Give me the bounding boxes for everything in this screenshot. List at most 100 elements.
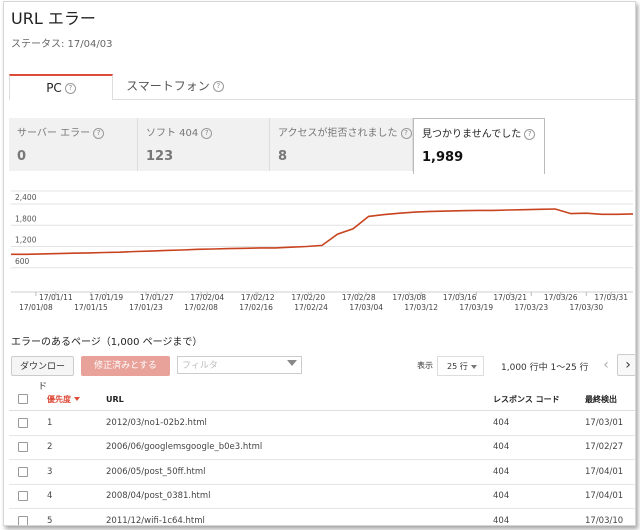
row-checkbox[interactable] (18, 491, 28, 501)
filter-input[interactable]: フィルタ (177, 356, 302, 374)
table-row[interactable]: 5 2011/12/wifi-1c64.html 404 17/03/10 (9, 508, 635, 525)
list-toolbar: ダウンロード 修正済みとする (0) フィルタ 表示 25 行 1,000 行中… (11, 354, 635, 392)
last-detected-cell: 17/04/01 (584, 459, 635, 485)
help-icon[interactable]: ? (524, 128, 536, 140)
card-label: サーバー エラー (17, 128, 91, 139)
x-tick-label-top: 17/02/12 (241, 293, 275, 302)
page-title: URL エラー (11, 9, 96, 28)
help-icon[interactable]: ? (93, 127, 105, 139)
x-tick-label-top: 17/02/04 (190, 293, 224, 302)
error-trend-chart: 2,4001,8001,20060017/01/11 17/01/19 17/01/… (11, 190, 634, 312)
column-priority[interactable]: 優先度 (46, 388, 105, 411)
response-code-cell: 404 (492, 508, 584, 525)
card-label: アクセスが拒否されました (278, 128, 398, 139)
column-response-code[interactable]: レスポンス コード (492, 388, 584, 411)
table-row[interactable]: 4 2008/04/post_0381.html 404 17/04/01 (9, 484, 635, 509)
url-cell[interactable]: 2008/04/post_0381.html (105, 484, 492, 509)
help-icon[interactable]: ? (400, 127, 412, 139)
x-tick-label-top: 17/01/11 (39, 293, 73, 302)
response-code-cell: 404 (492, 459, 584, 485)
url-cell[interactable]: 2006/05/post_50ff.html (105, 459, 492, 485)
display-label: 表示 (417, 361, 433, 370)
column-last-detected[interactable]: 最終検出 (584, 388, 635, 411)
chevron-left-icon[interactable]: ‹ (596, 356, 616, 376)
error-pages-title: エラーのあるページ（1,000 ページまで） (11, 337, 203, 348)
x-tick-label-top: 17/03/21 (493, 293, 527, 302)
sort-down-icon (74, 397, 80, 401)
table-row[interactable]: 1 2012/03/no1-02b2.html 404 17/03/01 (9, 410, 635, 436)
y-tick-label: 1,200 (15, 236, 37, 245)
x-tick-label-bottom: 17/01/08 (19, 303, 53, 312)
last-detected-cell: 17/03/01 (584, 410, 635, 436)
help-icon[interactable]: ? (64, 83, 76, 94)
column-priority-label: 優先度 (47, 394, 71, 404)
priority-cell: 3 (46, 459, 105, 485)
tab-smartphone[interactable]: スマートフォン? (115, 74, 235, 98)
row-checkbox[interactable] (18, 466, 28, 477)
table-row[interactable]: 2 2006/06/googlemsgoogle_b0e3.html 404 1… (9, 435, 635, 460)
device-tabs: PC? スマートフォン? (9, 74, 635, 100)
x-tick-label-bottom: 17/03/30 (570, 303, 604, 312)
url-cell[interactable]: 2011/12/wifi-1c64.html (105, 508, 492, 525)
row-checkbox[interactable] (18, 417, 28, 428)
rows-per-page-select[interactable]: 25 行 (437, 356, 484, 376)
row-select-cell (9, 508, 46, 525)
x-tick-label-bottom: 17/01/23 (129, 303, 163, 312)
y-tick-label: 2,400 (15, 193, 37, 202)
mark-fixed-button[interactable]: 修正済みとする (0) (81, 356, 170, 391)
tab-smartphone-label: スマートフォン (126, 79, 210, 93)
y-tick-label: 600 (15, 257, 30, 266)
card-access-denied[interactable]: アクセスが拒否されました? 8 (270, 118, 413, 171)
card-soft-404[interactable]: ソフト 404? 123 (138, 118, 270, 171)
url-cell[interactable]: 2012/03/no1-02b2.html (105, 410, 492, 436)
card-label: 見つかりませんでした (422, 129, 522, 140)
card-value: 8 (278, 149, 288, 164)
priority-cell: 1 (46, 410, 105, 436)
row-select-cell (9, 459, 46, 485)
card-value: 123 (146, 149, 174, 164)
error-type-cards: サーバー エラー? 0 ソフト 404? 123 アクセスが拒否されました? 8… (9, 118, 635, 174)
status-date: ステータス: 17/04/03 (11, 39, 113, 50)
table-header-row: 優先度 URL レスポンス コード 最終検出 (9, 388, 635, 411)
last-detected-cell: 17/03/10 (584, 508, 635, 525)
tab-pc[interactable]: PC? (9, 74, 113, 100)
filter-placeholder: フィルタ (182, 361, 218, 371)
x-tick-label-bottom: 17/03/12 (404, 303, 438, 312)
x-tick-label-top: 17/03/26 (544, 293, 578, 302)
card-label: ソフト 404 (146, 128, 199, 139)
chevron-right-icon[interactable]: › (617, 354, 635, 376)
priority-cell: 2 (46, 435, 105, 460)
x-tick-label-top: 17/03/16 (443, 293, 477, 302)
x-tick-label-bottom: 17/03/23 (514, 303, 548, 312)
priority-cell: 4 (46, 484, 105, 509)
help-icon[interactable]: ? (212, 81, 224, 92)
series-line (11, 208, 634, 256)
row-checkbox[interactable] (18, 442, 28, 452)
row-range: 1,000 行中 1〜25 行 (501, 363, 589, 373)
help-icon[interactable]: ? (201, 127, 213, 139)
x-tick-label-top: 17/02/28 (342, 293, 376, 302)
x-tick-label-top: 17/03/31 (594, 293, 628, 302)
report-panel: URL エラー ステータス: 17/04/03 PC? スマートフォン? サーバ… (3, 1, 636, 526)
card-not-found[interactable]: 見つかりませんでした? 1,989 (413, 118, 545, 174)
response-code-cell: 404 (492, 484, 584, 509)
response-code-cell: 404 (492, 410, 584, 436)
last-detected-cell: 17/04/01 (584, 484, 635, 509)
row-checkbox[interactable] (18, 515, 28, 525)
column-url[interactable]: URL (105, 388, 492, 411)
filter-icon[interactable] (287, 360, 297, 366)
x-tick-label-bottom: 17/03/19 (459, 303, 493, 312)
select-all-cell (9, 388, 46, 411)
select-all-checkbox[interactable] (18, 394, 28, 404)
tab-pc-label: PC (46, 81, 62, 95)
y-tick-label: 1,800 (15, 214, 37, 223)
card-server-error[interactable]: サーバー エラー? 0 (9, 118, 138, 171)
row-select-cell (9, 484, 46, 509)
error-table: 優先度 URL レスポンス コード 最終検出 1 2012/03/no1-02b… (9, 388, 635, 525)
url-cell[interactable]: 2006/06/googlemsgoogle_b0e3.html (105, 435, 492, 460)
download-button[interactable]: ダウンロード (11, 356, 74, 392)
table-row[interactable]: 3 2006/05/post_50ff.html 404 17/04/01 (9, 459, 635, 485)
x-tick-label-bottom: 17/02/16 (239, 303, 273, 312)
rows-per-page-value: 25 行 (447, 362, 468, 371)
x-tick-label-bottom: 17/03/04 (349, 303, 383, 312)
